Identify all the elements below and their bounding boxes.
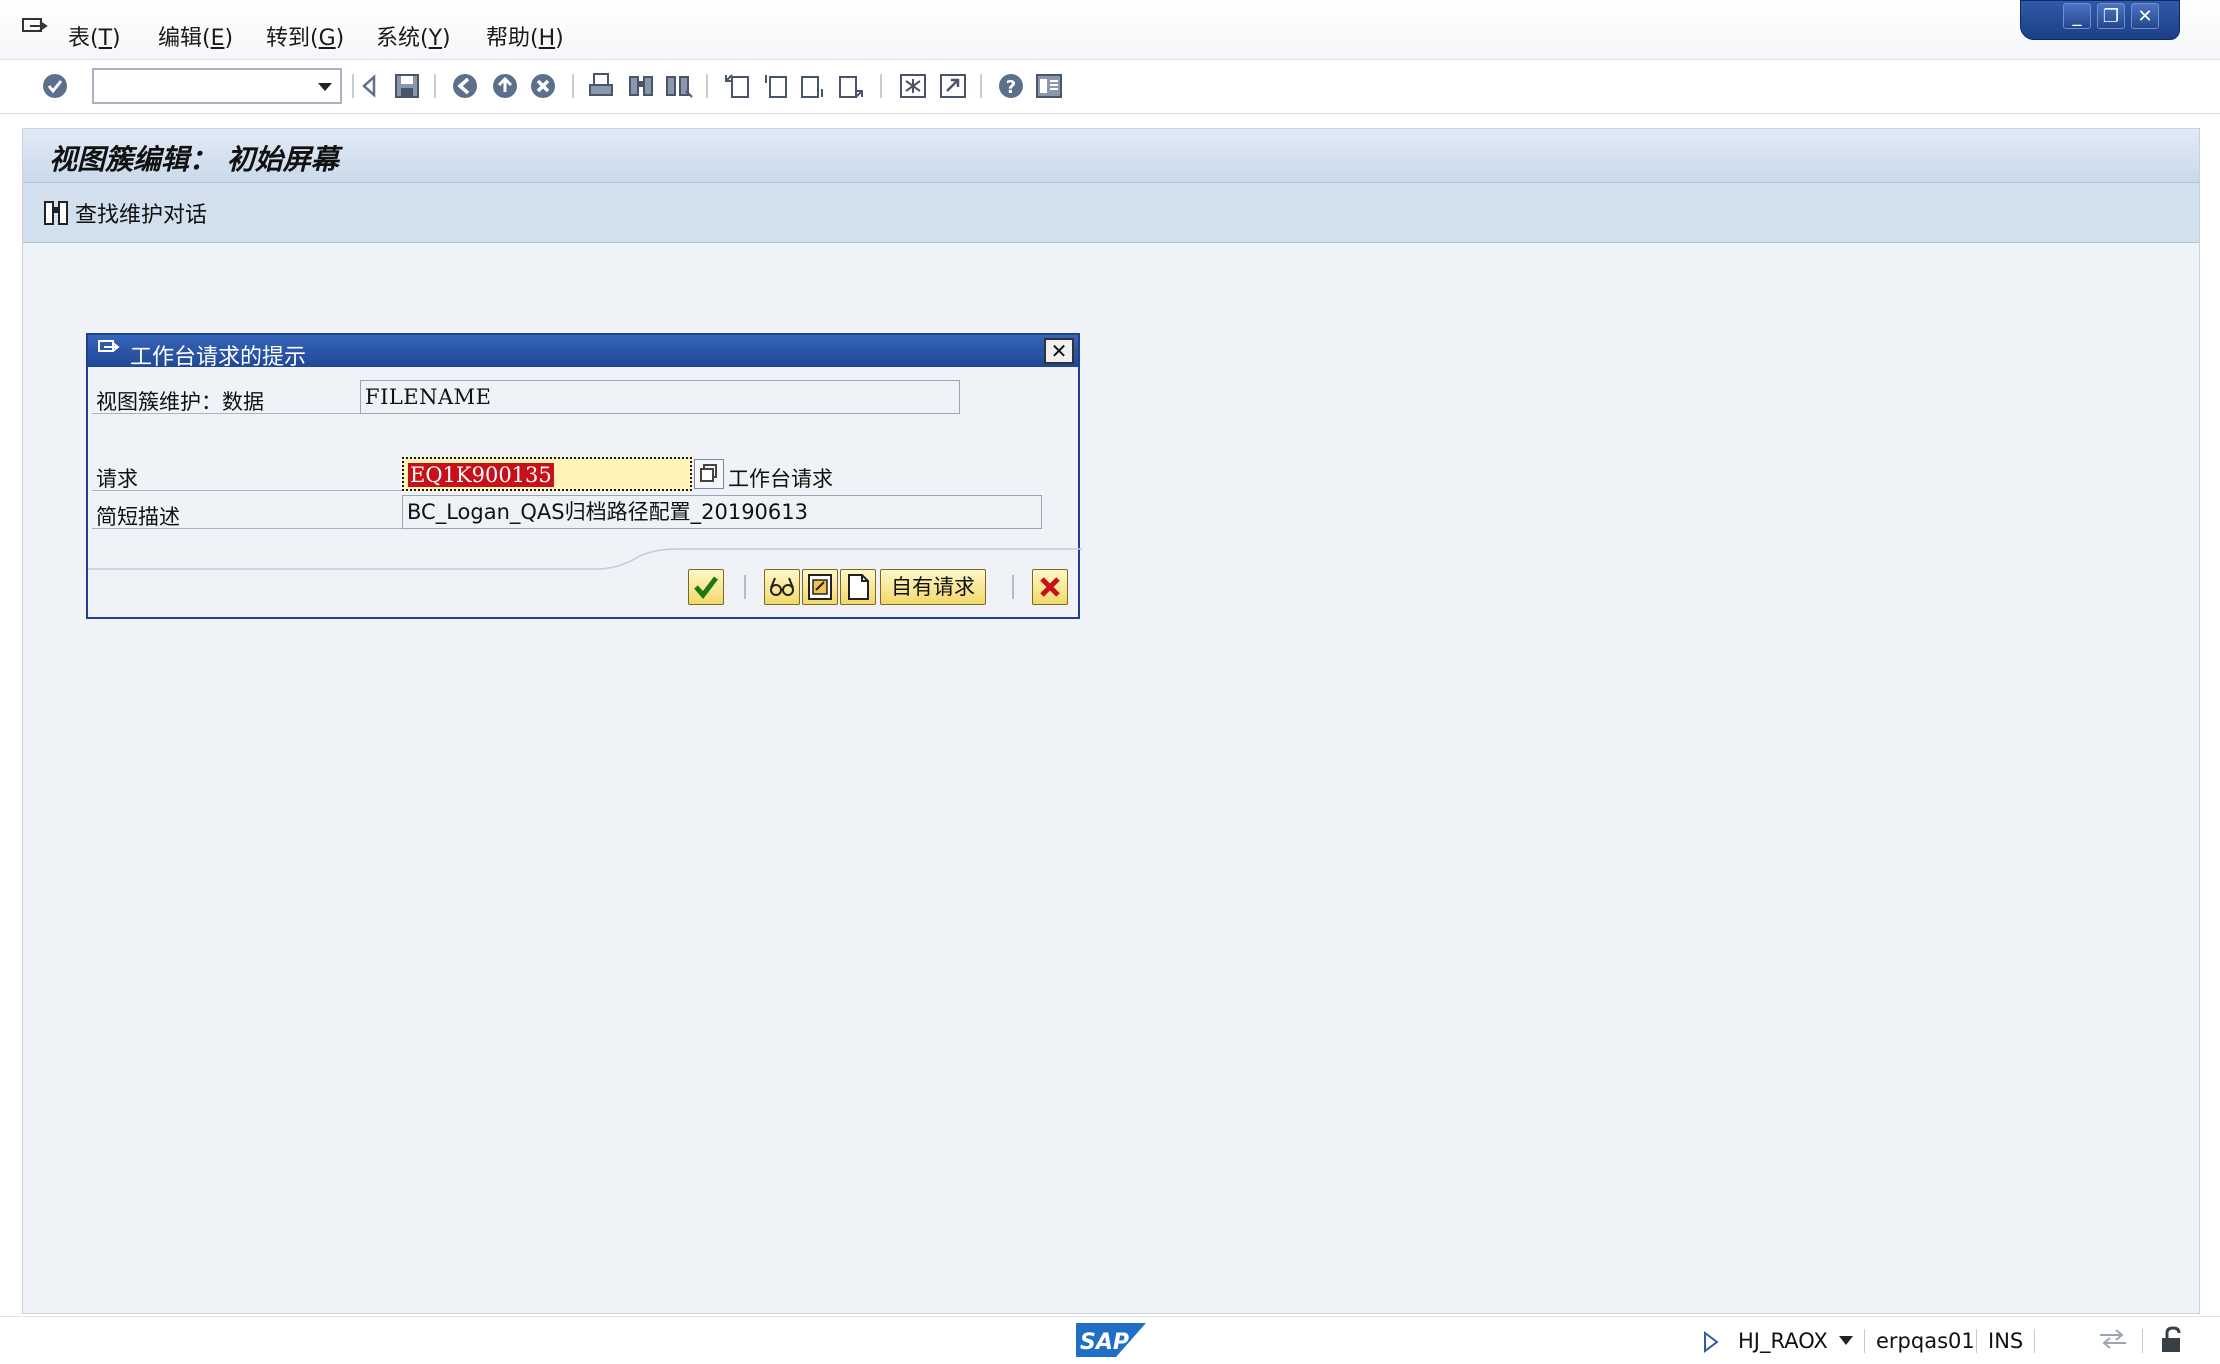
connection-icon xyxy=(2100,1329,2126,1349)
dialog-footer-divider xyxy=(88,548,1082,570)
toolbar-separator xyxy=(706,74,708,98)
continue-button[interactable] xyxy=(688,569,724,605)
view-cluster-field: FILENAME xyxy=(360,380,960,414)
change-request-button[interactable] xyxy=(802,569,838,605)
find-next-icon[interactable] xyxy=(664,71,694,101)
button-separator xyxy=(744,575,746,599)
back-icon[interactable] xyxy=(450,71,480,101)
status-insert-mode: INS xyxy=(1988,1329,2024,1353)
dialog-title-bar: 工作台请求的提示 ✕ xyxy=(88,335,1078,370)
status-bar: SAP HJ_RAOX erpqas01 INS xyxy=(0,1316,2220,1364)
value-help-icon xyxy=(700,464,717,482)
cancel-icon[interactable] xyxy=(528,71,558,101)
checkmark-icon xyxy=(694,576,718,599)
status-separator xyxy=(1976,1329,1977,1353)
edit-request-icon xyxy=(808,574,832,600)
chevron-down-icon[interactable] xyxy=(1838,1335,1854,1347)
status-separator xyxy=(2142,1329,2143,1353)
status-server: erpqas01 xyxy=(1876,1329,1975,1353)
cancel-button[interactable] xyxy=(1032,569,1068,605)
display-object-list-button[interactable] xyxy=(764,569,800,605)
close-window-icon[interactable]: ✕ xyxy=(2131,3,2159,29)
label-underline xyxy=(92,490,402,491)
workbench-request-dialog: 工作台请求的提示 ✕ 视图簇维护：数据 FILENAME 请求 EQ1K9001… xyxy=(86,333,1082,619)
svg-text:?: ? xyxy=(1006,77,1016,98)
print-icon[interactable] xyxy=(586,71,616,101)
cancel-x-icon xyxy=(1040,577,1060,597)
layout-menu-icon[interactable] xyxy=(1034,71,1064,101)
title-bar: 视图簇编辑： 初始屏幕 xyxy=(23,129,2199,183)
toolbar-separator xyxy=(980,74,982,98)
dialog-close-icon[interactable]: ✕ xyxy=(1044,338,1074,364)
label-underline xyxy=(92,528,402,529)
label-underline xyxy=(92,413,362,414)
status-user: HJ_RAOX xyxy=(1738,1329,1828,1353)
create-session-icon[interactable] xyxy=(898,71,928,101)
toolbar-separator xyxy=(434,74,436,98)
toolbar-separator xyxy=(880,74,882,98)
dialog-title: 工作台请求的提示 xyxy=(130,345,307,370)
back-arrow-icon[interactable] xyxy=(354,71,384,101)
previous-page-icon[interactable] xyxy=(760,71,790,101)
application-toolbar: 查找维护对话 xyxy=(23,183,2199,243)
menu-bar: 表(T) 编辑(E) 转到(G) 系统(Y) 帮助(H) _ ❐ ✕ xyxy=(0,0,2220,60)
menu-goto[interactable]: 转到(G) xyxy=(266,20,344,52)
menu-system[interactable]: 系统(Y) xyxy=(376,20,451,52)
toolbar-separator xyxy=(572,74,574,98)
find-maintenance-dialog-button[interactable]: 查找维护对话 xyxy=(43,197,207,229)
view-cluster-label: 视图簇维护：数据 xyxy=(96,390,264,414)
value-help-button[interactable] xyxy=(694,459,724,489)
request-input[interactable]: EQ1K900135 xyxy=(402,457,692,491)
short-description-label: 简短描述 xyxy=(96,505,180,529)
window-controls: _ ❐ ✕ xyxy=(2020,0,2180,40)
save-icon[interactable] xyxy=(392,71,422,101)
status-separator xyxy=(1864,1329,1865,1353)
command-field[interactable] xyxy=(92,68,342,104)
chevron-down-icon[interactable] xyxy=(318,83,332,91)
dialog-menu-icon[interactable] xyxy=(98,340,120,358)
system-menu-icon[interactable] xyxy=(22,18,48,38)
sap-logo: SAP xyxy=(1076,1323,1146,1357)
security-lock-icon[interactable] xyxy=(2158,1325,2188,1355)
exit-icon[interactable] xyxy=(490,71,520,101)
enter-icon[interactable] xyxy=(40,71,70,101)
next-page-icon[interactable] xyxy=(798,71,828,101)
system-toolbar: ? xyxy=(0,60,2220,114)
request-label: 请求 xyxy=(96,467,138,491)
button-separator xyxy=(1012,575,1014,599)
status-separator xyxy=(2034,1329,2035,1353)
binoculars-icon xyxy=(44,201,68,225)
shortcut-icon[interactable] xyxy=(938,71,968,101)
workbench-request-label: 工作台请求 xyxy=(728,467,833,491)
page-title: 视图簇编辑： 初始屏幕 xyxy=(49,143,339,176)
find-icon[interactable] xyxy=(626,71,656,101)
last-page-icon[interactable] xyxy=(836,71,866,101)
menu-help[interactable]: 帮助(H) xyxy=(486,20,564,52)
menu-edit[interactable]: 编辑(E) xyxy=(158,20,233,52)
main-screen: 视图簇编辑： 初始屏幕 查找维护对话 xyxy=(22,128,2200,1314)
help-icon[interactable]: ? xyxy=(996,71,1026,101)
expand-status-icon[interactable] xyxy=(1702,1331,1720,1353)
create-request-button[interactable] xyxy=(840,569,876,605)
short-description-field: BC_Logan_QAS归档路径配置_20190613 xyxy=(402,495,1042,529)
first-page-icon[interactable] xyxy=(722,71,752,101)
glasses-icon xyxy=(770,577,794,596)
minimize-icon[interactable]: _ xyxy=(2063,3,2091,29)
own-requests-button[interactable]: 自有请求 xyxy=(880,569,986,605)
menu-table[interactable]: 表(T) xyxy=(68,20,121,52)
find-maintenance-dialog-label: 查找维护对话 xyxy=(75,203,208,228)
svg-text:SAP: SAP xyxy=(1080,1330,1129,1355)
new-document-icon xyxy=(848,574,869,600)
restore-icon[interactable]: ❐ xyxy=(2097,3,2125,29)
